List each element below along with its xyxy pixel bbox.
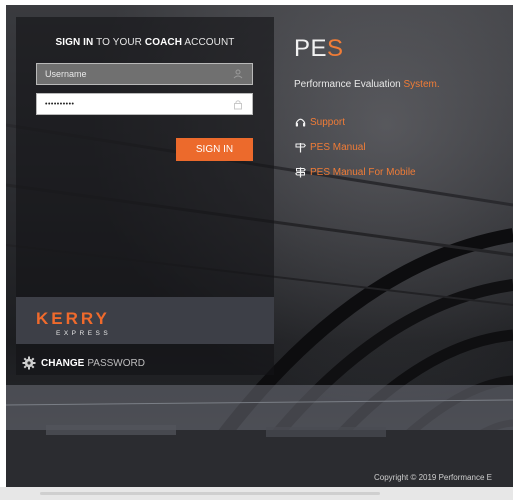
- signin-heading-suffix: ACCOUNT: [182, 37, 235, 48]
- pes-manual-mobile-link-label: PES Manual For Mobile: [310, 167, 416, 178]
- signpost-icon: [294, 142, 306, 154]
- background-photo: SIGN IN TO YOUR COACH ACCOUNT Username •…: [6, 5, 513, 487]
- support-link-label: Support: [310, 117, 346, 128]
- change-password-rest: PASSWORD: [87, 357, 145, 369]
- lock-icon: [232, 98, 244, 110]
- headset-icon: [294, 117, 306, 129]
- password-masked-value: ••••••••••: [45, 100, 75, 108]
- signin-heading-coach: COACH: [144, 37, 183, 48]
- change-password-link[interactable]: CHANGE PASSWORD: [22, 356, 145, 370]
- app-title-accent: S: [327, 35, 344, 62]
- change-password-bold: CHANGE: [41, 357, 85, 369]
- signin-heading-middle: TO YOUR: [93, 37, 145, 48]
- svg-text:KERRY: KERRY: [36, 309, 110, 328]
- status-bar-blur: [40, 492, 380, 495]
- signin-button[interactable]: SIGN IN: [176, 138, 253, 161]
- signin-heading: SIGN IN TO YOUR COACH ACCOUNT: [16, 37, 274, 48]
- pes-manual-link[interactable]: PES Manual: [294, 141, 416, 154]
- bottom-strip: [0, 487, 513, 500]
- help-links: Support PES Manual PES Manual For Mobile: [294, 116, 416, 191]
- app-title-main: PE: [294, 35, 328, 62]
- app-subtitle-accent: System.: [403, 79, 440, 90]
- gear-icon: [22, 356, 36, 370]
- signpost-double-icon: [294, 167, 306, 179]
- kerry-express-banner: KERRY EXPRESS: [16, 297, 274, 344]
- app-subtitle-main: Performance Evaluation: [294, 79, 404, 90]
- kerry-express-logo: KERRY EXPRESS: [36, 309, 111, 337]
- support-link[interactable]: Support: [294, 116, 416, 129]
- username-placeholder: Username: [45, 69, 87, 79]
- copyright-text: Copyright © 2019 Performance E: [374, 473, 492, 482]
- svg-text:EXPRESS: EXPRESS: [56, 330, 111, 337]
- app-title: PES: [294, 35, 344, 63]
- username-input[interactable]: Username: [36, 63, 253, 85]
- app-subtitle: Performance Evaluation System.: [294, 79, 440, 90]
- signin-heading-bold: SIGN IN: [55, 37, 94, 48]
- pes-manual-mobile-link[interactable]: PES Manual For Mobile: [294, 166, 416, 179]
- password-input[interactable]: ••••••••••: [36, 93, 253, 115]
- pes-manual-link-label: PES Manual: [310, 142, 366, 153]
- user-icon: [232, 68, 244, 80]
